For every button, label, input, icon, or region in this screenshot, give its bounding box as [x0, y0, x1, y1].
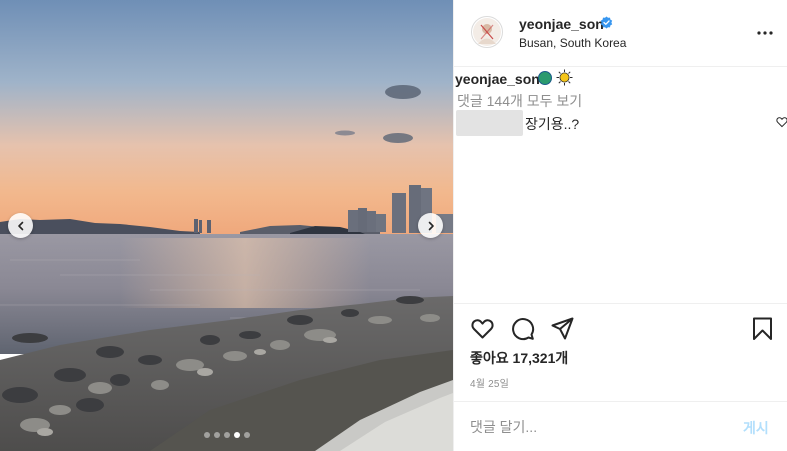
- comment-icon[interactable]: [510, 316, 535, 341]
- chevron-left-icon: [17, 221, 23, 230]
- comment-text: 장기용..?: [525, 116, 580, 132]
- post-header: yeonjae_son Busan, South Korea: [454, 0, 787, 67]
- carousel-dot: [223, 432, 230, 438]
- globe-emoji-icon: [538, 71, 552, 85]
- header-username[interactable]: yeonjae_son: [519, 16, 604, 32]
- carousel-dot-active: [233, 432, 240, 438]
- carousel-indicator: [0, 432, 453, 438]
- comment-input[interactable]: [470, 416, 720, 438]
- carousel-next-button[interactable]: [418, 213, 443, 238]
- more-options-icon[interactable]: [756, 24, 774, 42]
- share-icon[interactable]: [550, 316, 575, 341]
- verified-badge-icon: [600, 16, 613, 29]
- carousel-dot: [243, 432, 250, 438]
- carousel-dot: [213, 432, 220, 438]
- profile-picture-icon: [473, 18, 501, 46]
- view-all-comments-link[interactable]: 댓글 144개 모두 보기: [457, 91, 582, 111]
- comment-like-heart-icon[interactable]: [776, 116, 787, 128]
- bookmark-icon[interactable]: [750, 316, 775, 341]
- likes-count[interactable]: 좋아요 17,321개: [470, 348, 568, 368]
- carousel-dot: [203, 432, 210, 438]
- carousel-prev-button[interactable]: [8, 213, 33, 238]
- actions-divider: [454, 303, 787, 304]
- sunset-seascape-image: [0, 0, 453, 451]
- post-comment-button[interactable]: 게시: [743, 418, 769, 438]
- avatar[interactable]: [471, 16, 503, 48]
- chevron-right-icon: [428, 221, 434, 230]
- blurred-comment-username: [456, 110, 523, 136]
- heart-icon[interactable]: [470, 316, 495, 341]
- post-photo[interactable]: [0, 0, 453, 451]
- post-date[interactable]: 4월 25일: [470, 375, 509, 390]
- header-location[interactable]: Busan, South Korea: [519, 36, 626, 50]
- post-side-panel: yeonjae_son Busan, South Korea yeonjae_s…: [453, 0, 787, 451]
- add-comment-bar: 게시: [454, 401, 787, 451]
- sun-emoji-icon: [556, 69, 573, 86]
- caption-username[interactable]: yeonjae_son: [455, 71, 540, 87]
